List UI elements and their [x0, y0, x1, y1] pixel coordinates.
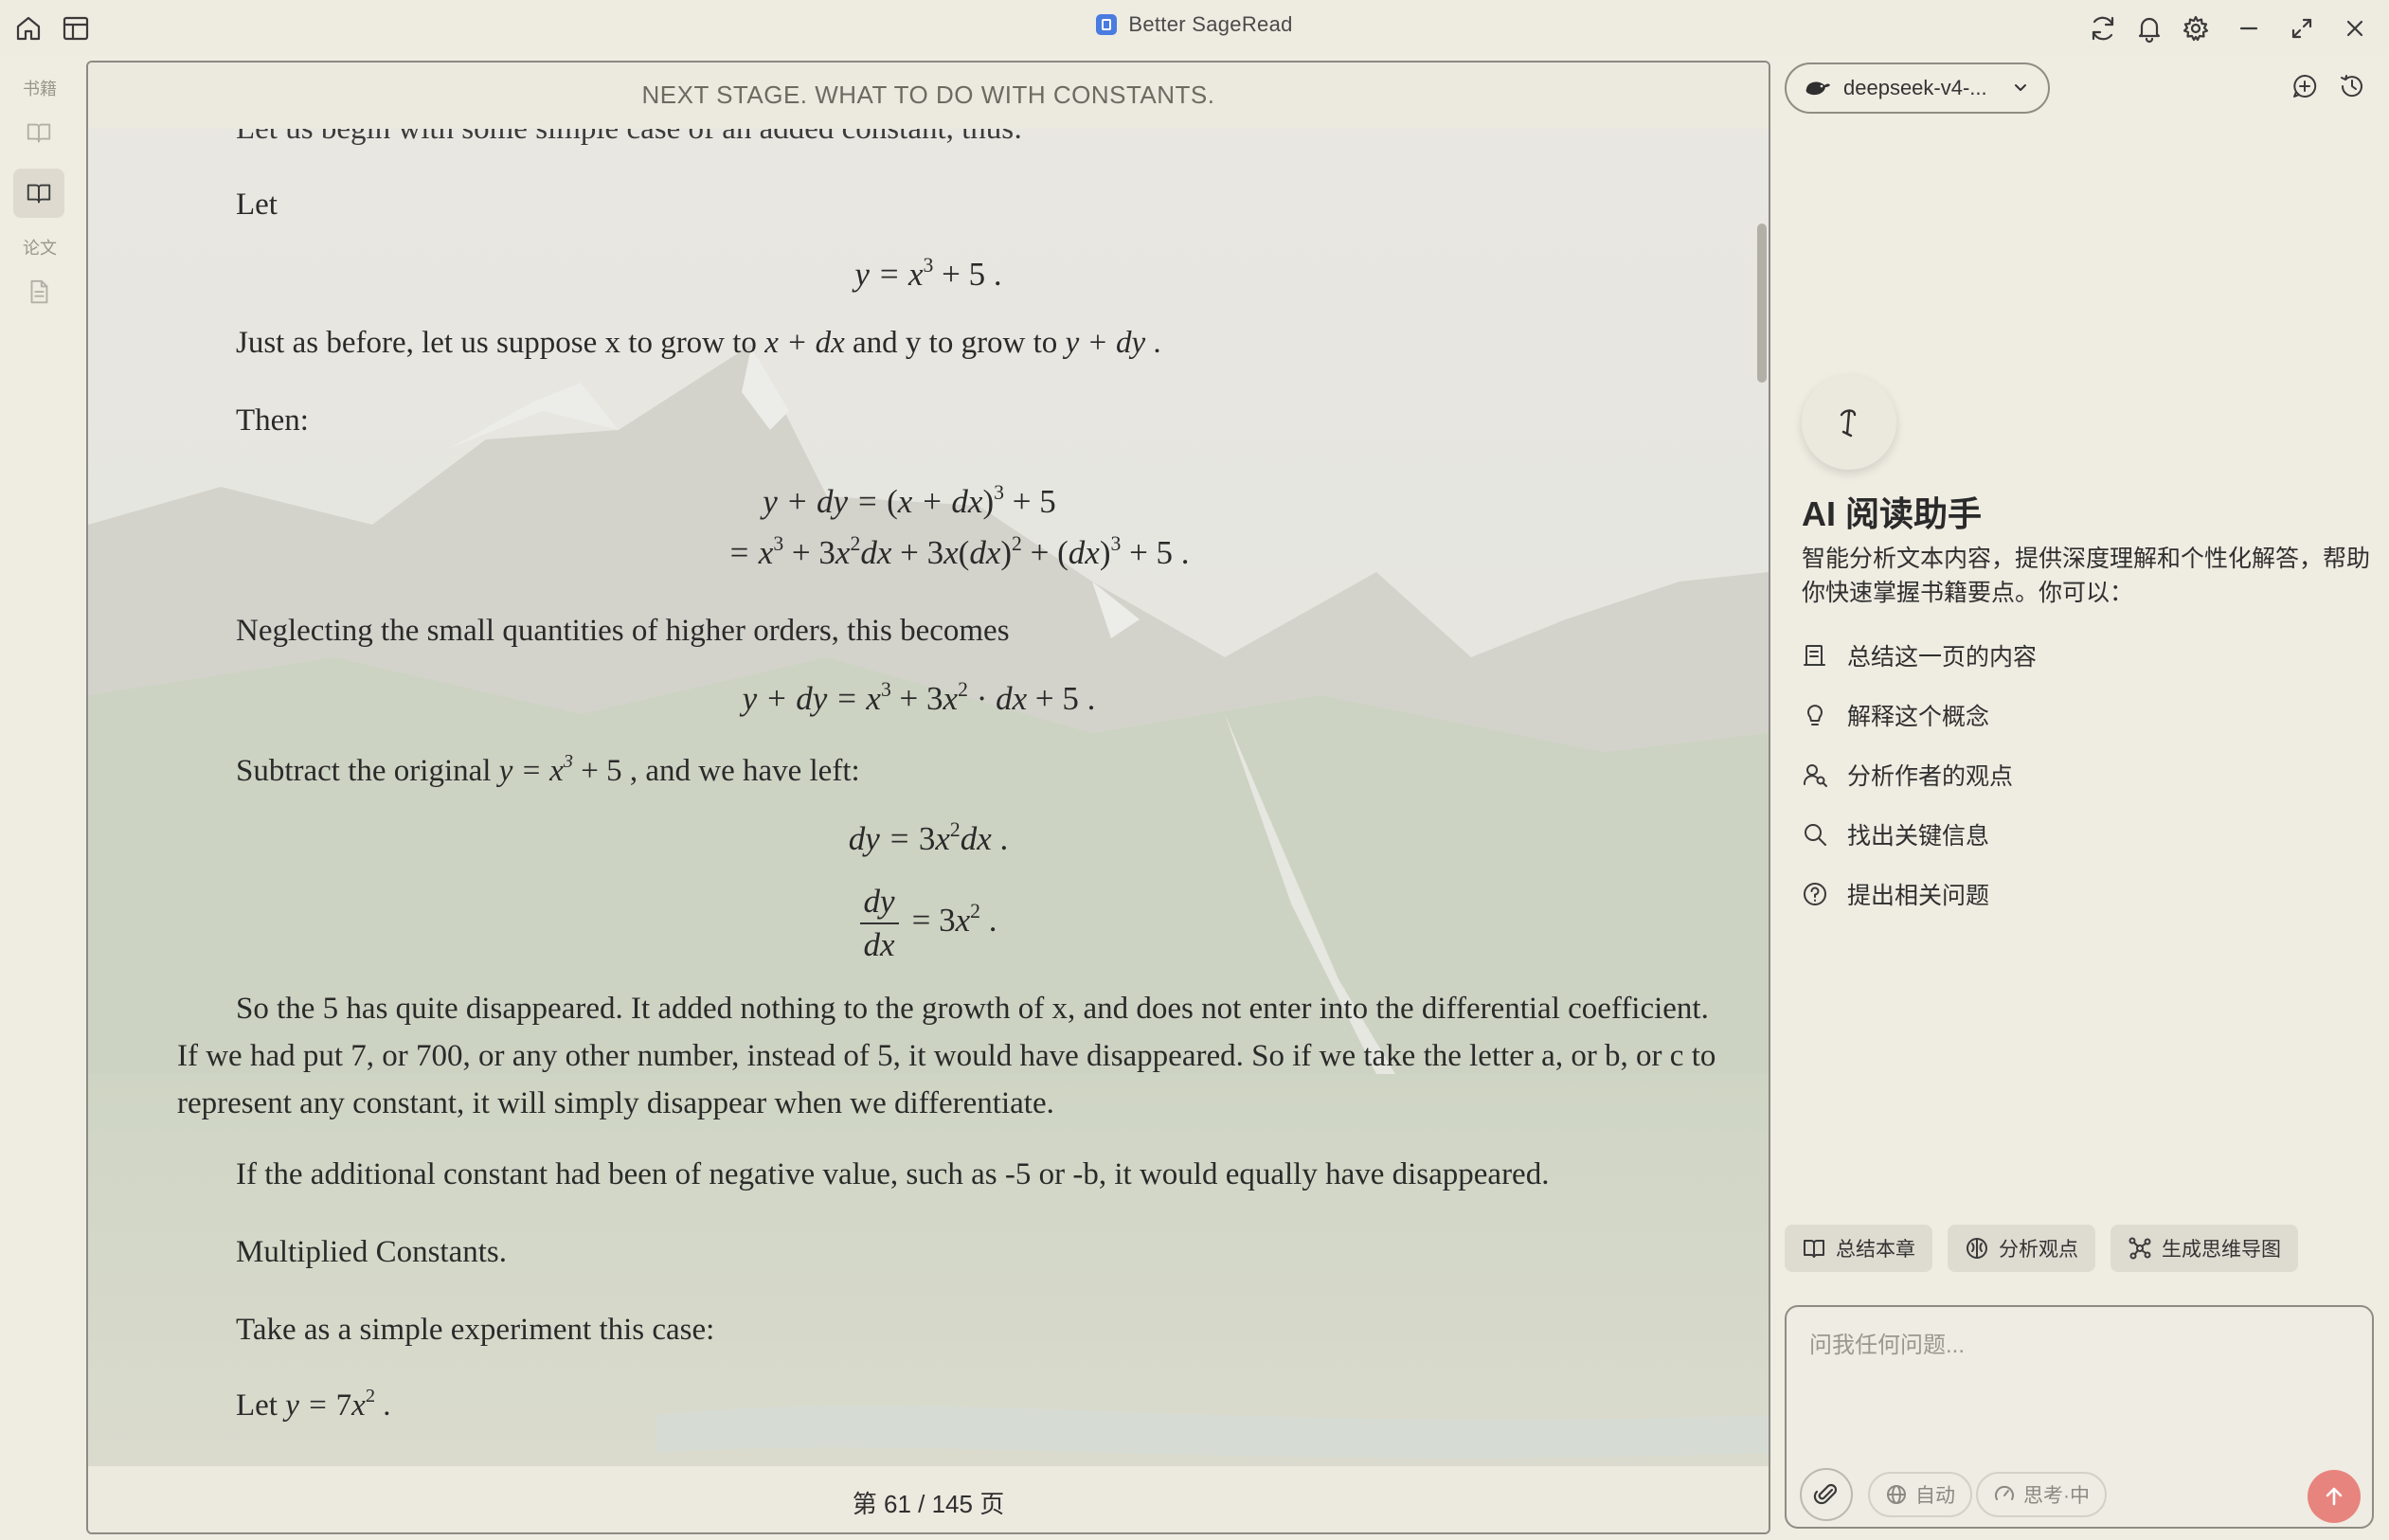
suggestion-analyze-author[interactable]: 分析作者的观点 [1802, 756, 2013, 794]
chat-input[interactable] [1809, 1326, 2340, 1440]
app-title-text: Better SageRead [1128, 12, 1293, 36]
mindmap-icon [2129, 1237, 2151, 1260]
grow-text-start: Just as before, let us suppose x to grow… [236, 326, 765, 360]
question-circle-icon [1804, 883, 1826, 905]
chapter-header: NEXT STAGE. WHAT TO DO WITH CONSTANTS. [88, 63, 1769, 129]
model-selector[interactable]: deepseek-v4-... [1785, 63, 2050, 114]
left-rail: 书籍 论文 [0, 55, 81, 1540]
reader-scrollbar[interactable] [1757, 224, 1767, 383]
equation-dy-3x2dx: dy = 3x2dx . [848, 818, 1009, 857]
ai-assistant-panel: deepseek-v4-... AI 阅读助手 智能分析文本内容，提供深度理解和… [1773, 55, 2389, 1540]
analyze-viewpoints-button[interactable]: 分析观点 [1948, 1225, 2095, 1272]
paperclip-icon [1813, 1483, 1838, 1505]
equation-y-x3-plus-5: y = x3 + 5 . [854, 254, 1002, 293]
document-icon[interactable] [13, 267, 64, 316]
arrow-up-icon [2326, 1487, 2343, 1506]
chip-label: 生成思维导图 [2162, 1239, 2281, 1261]
gauge-icon [1995, 1485, 2014, 1500]
chip-label: 分析观点 [1999, 1239, 2078, 1261]
thinking-label: 思考·中 [2023, 1485, 2090, 1507]
paragraph-grow: Just as before, let us suppose x to grow… [236, 326, 1161, 361]
quill-pen-icon [1840, 409, 1857, 438]
chat-composer: 自动 思考·中 [1785, 1305, 2374, 1529]
send-button[interactable] [2308, 1470, 2361, 1523]
let-last-word: Let [236, 1388, 286, 1423]
globe-icon [1887, 1485, 1906, 1504]
math-x-plus-dx: x + dx [764, 326, 845, 360]
summary-list-icon [1804, 645, 1825, 666]
new-chat-icon[interactable] [2290, 72, 2323, 104]
ai-avatar [1802, 375, 1896, 470]
paragraph-subtract: Subtract the original y = x3 + 5 , and w… [236, 751, 860, 789]
math-y-7x2: y = 7x2 [285, 1386, 376, 1423]
equation-expansion-2: = x3 + 3x2dx + 3x(dx)2 + (dx)3 + 5 . [727, 532, 1190, 571]
paragraph-let-y-7x2: Let y = 7x2 . [236, 1386, 391, 1423]
attach-button[interactable] [1800, 1468, 1853, 1521]
suggestion-label: 解释这个概念 [1847, 704, 1990, 730]
suggestion-label: 分析作者的观点 [1847, 763, 2014, 790]
window-title: Better SageRead [0, 12, 2389, 37]
paragraph-neglect: Neglecting the small quantities of highe… [236, 614, 1010, 648]
books-section-label: 书籍 [23, 80, 57, 98]
sync-icon[interactable] [2086, 11, 2120, 45]
suggestion-related-questions[interactable]: 提出相关问题 [1802, 875, 1989, 913]
app-logo-icon [1096, 14, 1118, 35]
suggestion-explain-concept[interactable]: 解释这个概念 [1802, 696, 1989, 734]
subtract-text-start: Subtract the original [236, 754, 499, 788]
user-search-icon [1803, 764, 1827, 787]
assistant-title: AI 阅读助手 [1802, 494, 1983, 533]
subtract-text-end: , and we have left: [621, 754, 860, 788]
equation-dydx-3x2: dy dx = 3x2 . [88, 883, 1769, 964]
equation-simplified: y + dy = x3 + 3x2 · dx + 5 . [742, 678, 1096, 717]
suggestion-label: 总结这一页的内容 [1847, 644, 2038, 671]
papers-section-label: 论文 [23, 239, 57, 258]
title-bar: Better SageRead [0, 0, 2389, 55]
search-icon [1805, 824, 1826, 846]
suggestion-label: 提出相关问题 [1847, 883, 1990, 909]
then-word: Then: [236, 403, 309, 438]
minimize-icon[interactable] [2232, 11, 2266, 45]
book-open-icon[interactable] [13, 108, 64, 157]
grow-text-mid: and y to grow to [844, 326, 1066, 360]
grow-text-end: . [1145, 326, 1161, 360]
history-icon[interactable] [2338, 72, 2370, 104]
auto-label: 自动 [1915, 1485, 1955, 1507]
model-name: deepseek-v4-... [1843, 76, 1987, 99]
paragraph-negative-constant: If the additional constant had been of n… [236, 1157, 1550, 1191]
lightbulb-icon [1807, 705, 1823, 725]
chevron-down-icon [2015, 84, 2026, 91]
book-open-icon [1804, 1240, 1824, 1258]
paragraph-experiment: Take as a simple experiment this case: [236, 1313, 715, 1347]
chip-label: 总结本章 [1836, 1239, 1915, 1261]
math-y-plus-dy: y + dy [1065, 326, 1146, 360]
maximize-icon[interactable] [2285, 11, 2319, 45]
thinking-mode-toggle[interactable]: 思考·中 [1976, 1472, 2107, 1517]
page-indicator: 第 61 / 145 页 [88, 1466, 1769, 1532]
suggestion-key-info[interactable]: 找出关键信息 [1802, 815, 1989, 853]
gear-icon[interactable] [2179, 11, 2213, 45]
assistant-description: 智能分析文本内容，提供深度理解和个性化解答，帮助你快速掌握书籍要点。你可以： [1802, 546, 2371, 606]
suggestion-summarize-page[interactable]: 总结这一页的内容 [1802, 636, 2037, 674]
current-book-icon[interactable] [13, 169, 64, 218]
paragraph-disappeared: So the 5 has quite disappeared. It added… [177, 992, 1716, 1120]
reader-pane[interactable]: Let us begin with some simple case of an… [86, 61, 1770, 1534]
close-icon[interactable] [2338, 11, 2372, 45]
suggestion-label: 找出关键信息 [1847, 823, 1990, 850]
let-word: Let [236, 188, 278, 222]
bell-icon[interactable] [2132, 11, 2166, 45]
summarize-chapter-button[interactable]: 总结本章 [1785, 1225, 1932, 1272]
multiplied-constants-heading: Multiplied Constants. [236, 1235, 508, 1269]
brain-icon [1967, 1238, 1987, 1259]
deepseek-whale-icon [1805, 81, 1830, 96]
equation-expansion-1: y + dy = (x + dx)3 + 5 [763, 481, 1056, 520]
auto-language-toggle[interactable]: 自动 [1868, 1472, 1972, 1517]
generate-mindmap-button[interactable]: 生成思维导图 [2111, 1225, 2298, 1272]
math-original-eq: y = x3 + 5 [498, 751, 622, 788]
book-page: Let us begin with some simple case of an… [88, 63, 1769, 1532]
